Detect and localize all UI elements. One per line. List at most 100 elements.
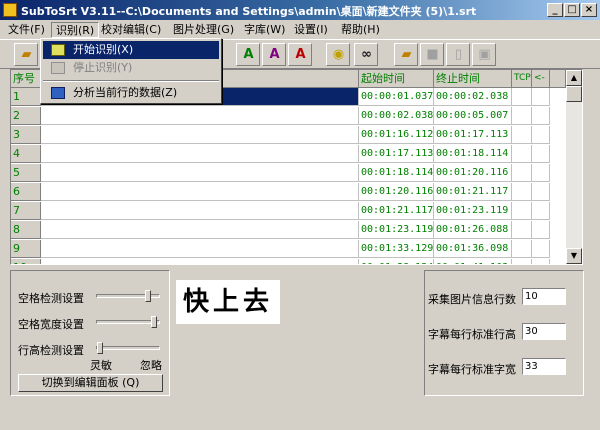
arrow-cell[interactable] — [532, 107, 550, 125]
start-time-cell[interactable]: 00:01:20.116 — [359, 183, 434, 201]
end-time-cell[interactable]: 00:01:18.114 — [434, 145, 512, 163]
open-button[interactable]: ▰ — [14, 43, 38, 66]
end-time-cell[interactable]: 00:01:20.116 — [434, 164, 512, 182]
menu-settings[interactable]: 设置(I) — [290, 22, 332, 38]
font-a-button[interactable]: A — [236, 43, 260, 66]
arrow-cell[interactable] — [532, 202, 550, 220]
tcp-cell[interactable] — [512, 107, 532, 125]
subtitle-cell[interactable] — [41, 145, 359, 163]
subtitle-cell[interactable] — [41, 107, 359, 125]
row-number[interactable]: 4 — [11, 145, 41, 163]
start-time-cell[interactable]: 00:01:33.129 — [359, 240, 434, 258]
menu-help[interactable]: 帮助(H) — [337, 22, 384, 38]
col-header-index[interactable]: 序号 — [11, 70, 41, 88]
menu-file[interactable]: 文件(F) — [4, 22, 49, 38]
end-time-cell[interactable]: 00:01:23.119 — [434, 202, 512, 220]
font-edit-button[interactable]: A — [288, 43, 312, 66]
subtitle-cell[interactable] — [41, 126, 359, 144]
arrow-cell[interactable] — [532, 126, 550, 144]
row-number[interactable]: 2 — [11, 107, 41, 125]
subtitle-cell[interactable] — [41, 183, 359, 201]
std-char-width-field[interactable]: 33 — [522, 358, 566, 375]
scroll-up-arrow[interactable]: ▲ — [566, 70, 582, 86]
arrow-cell[interactable] — [532, 259, 550, 264]
menu-stop-recognition[interactable]: 停止识别(Y) — [43, 59, 219, 77]
end-time-cell[interactable]: 00:01:21.117 — [434, 183, 512, 201]
row-number[interactable]: 5 — [11, 164, 41, 182]
end-time-cell[interactable]: 00:00:05.007 — [434, 107, 512, 125]
table-scrollbar[interactable]: ▲ ▼ — [566, 70, 582, 264]
start-time-cell[interactable]: 00:00:02.038 — [359, 107, 434, 125]
scroll-thumb[interactable] — [566, 86, 582, 102]
subtitle-cell[interactable] — [41, 259, 359, 264]
subtitle-cell[interactable] — [41, 221, 359, 239]
space-detect-slider[interactable] — [96, 290, 160, 302]
row-number[interactable]: 8 — [11, 221, 41, 239]
sample-rows-field[interactable]: 10 — [522, 288, 566, 305]
row-number[interactable]: 6 — [11, 183, 41, 201]
copy-button[interactable]: ▯ — [446, 43, 470, 66]
arrow-cell[interactable] — [532, 240, 550, 258]
start-time-cell[interactable]: 00:01:17.113 — [359, 145, 434, 163]
menu-start-recognition[interactable]: 开始识别(X) — [43, 41, 219, 59]
start-time-cell[interactable]: 00:01:38.134 — [359, 259, 434, 264]
line-height-slider[interactable] — [96, 342, 160, 354]
close-button[interactable]: × — [581, 3, 597, 17]
menu-image[interactable]: 图片处理(G) — [169, 22, 238, 38]
scroll-down-arrow[interactable]: ▼ — [566, 248, 582, 264]
start-time-cell[interactable]: 00:01:21.117 — [359, 202, 434, 220]
timer-button[interactable]: ◉ — [326, 43, 350, 66]
maximize-button[interactable]: □ — [564, 3, 580, 17]
menu-font-library[interactable]: 字库(W) — [240, 22, 289, 38]
subtitle-cell[interactable] — [41, 240, 359, 258]
col-header-end[interactable]: 终止时间 — [434, 70, 512, 88]
row-number[interactable]: 7 — [11, 202, 41, 220]
tcp-cell[interactable] — [512, 259, 532, 264]
end-time-cell[interactable]: 00:01:17.113 — [434, 126, 512, 144]
find-button[interactable]: ∞ — [354, 43, 378, 66]
menu-recognize[interactable]: 识别(R) — [51, 22, 100, 38]
font-add-button[interactable]: A — [262, 43, 286, 66]
col-header-tcp[interactable]: TCP — [512, 70, 532, 88]
save-disabled-button[interactable]: ■ — [420, 43, 444, 66]
row-number[interactable]: 3 — [11, 126, 41, 144]
tcp-cell[interactable] — [512, 240, 532, 258]
row-number[interactable]: 1 — [11, 88, 41, 106]
slider-knob[interactable] — [97, 342, 103, 354]
start-time-cell[interactable]: 00:00:01.037 — [359, 88, 434, 106]
tcp-cell[interactable] — [512, 145, 532, 163]
tcp-cell[interactable] — [512, 126, 532, 144]
arrow-cell[interactable] — [532, 183, 550, 201]
col-header-arrow[interactable]: <- — [532, 70, 550, 88]
start-time-cell[interactable]: 00:01:23.119 — [359, 221, 434, 239]
switch-to-edit-button[interactable]: 切换到编辑面板 (Q) — [18, 374, 163, 392]
row-number[interactable]: 9 — [11, 240, 41, 258]
tcp-cell[interactable] — [512, 164, 532, 182]
tcp-cell[interactable] — [512, 88, 532, 106]
slider-knob[interactable] — [151, 316, 157, 328]
subtitle-cell[interactable] — [41, 164, 359, 182]
col-header-extra[interactable] — [550, 70, 566, 88]
tcp-cell[interactable] — [512, 183, 532, 201]
arrow-cell[interactable] — [532, 88, 550, 106]
arrow-cell[interactable] — [532, 221, 550, 239]
end-time-cell[interactable]: 00:01:41.103 — [434, 259, 512, 264]
menu-analyze-row[interactable]: 分析当前行的数据(Z) — [43, 84, 219, 102]
slider-knob[interactable] — [145, 290, 151, 302]
space-width-slider[interactable] — [96, 316, 160, 328]
end-time-cell[interactable]: 00:01:36.098 — [434, 240, 512, 258]
window-button[interactable]: ▣ — [472, 43, 496, 66]
menu-proofread[interactable]: 校对编辑(C) — [97, 22, 165, 38]
std-line-height-field[interactable]: 30 — [522, 323, 566, 340]
start-time-cell[interactable]: 00:01:16.112 — [359, 126, 434, 144]
end-time-cell[interactable]: 00:01:26.088 — [434, 221, 512, 239]
row-number[interactable]: 10 — [11, 259, 41, 264]
minimize-button[interactable]: _ — [547, 3, 563, 17]
arrow-cell[interactable] — [532, 145, 550, 163]
tcp-cell[interactable] — [512, 202, 532, 220]
tcp-cell[interactable] — [512, 221, 532, 239]
start-time-cell[interactable]: 00:01:18.114 — [359, 164, 434, 182]
col-header-start[interactable]: 起始时间 — [359, 70, 434, 88]
arrow-cell[interactable] — [532, 164, 550, 182]
end-time-cell[interactable]: 00:00:02.038 — [434, 88, 512, 106]
